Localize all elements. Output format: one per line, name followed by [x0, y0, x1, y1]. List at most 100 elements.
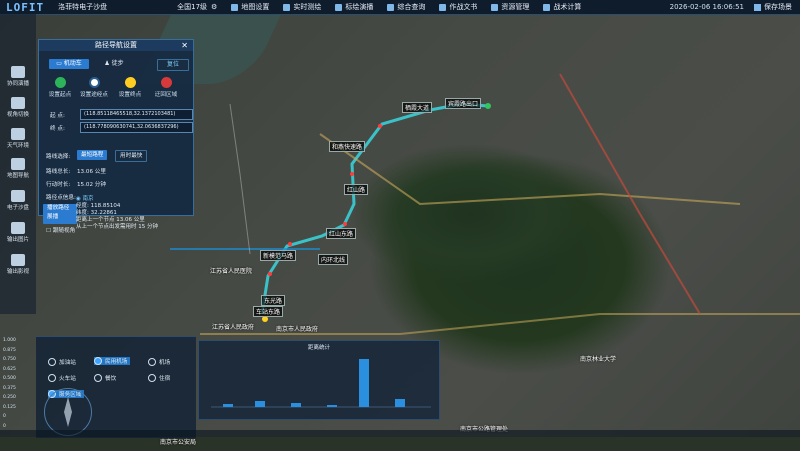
start-point-row: 起 点: (118.85118465518,32.1372103481) — [42, 109, 193, 120]
poi-gas-station[interactable]: 加油站 — [48, 358, 76, 366]
camera-icon — [11, 97, 25, 109]
set-end-button[interactable]: 设置终点 — [113, 77, 147, 98]
end-point-field[interactable]: (118.778090630741,32.0636837296) — [80, 122, 193, 133]
mode-drive-button[interactable]: ▭ 机动车 — [49, 59, 89, 69]
radio-icon — [94, 374, 102, 382]
sidebar-item-weather[interactable]: 天气环境 — [2, 128, 34, 149]
distance-label: 路线总长: — [46, 169, 71, 175]
menu-resources[interactable]: 资源管理 — [491, 2, 529, 12]
checkbox-icon: ☐ — [46, 228, 53, 234]
sandbox-icon — [11, 190, 25, 202]
calculator-icon — [543, 3, 551, 11]
radio-icon — [94, 357, 102, 365]
status-strip — [0, 430, 800, 437]
scale-ticks: 1.000 0.875 0.750 0.625 0.500 0.375 0.250 0.125… — [3, 338, 16, 429]
menu-query[interactable]: 综合查询 — [387, 2, 425, 12]
save-icon — [754, 3, 761, 11]
resource-icon — [491, 3, 499, 11]
walk-icon: ♟ — [104, 60, 112, 67]
waypoint-icon — [88, 77, 100, 88]
image-icon — [11, 222, 25, 234]
weather-icon — [11, 128, 25, 140]
map-label: 南京市人民政府 — [276, 326, 319, 333]
route-shortest-button[interactable]: 最短路程 — [77, 150, 108, 160]
route-nav-panel: 路径导航设置 ✕ ▭ 机动车 ♟ 徒步 复位 设置起点 设置途经点 设置终点 迂回… — [38, 39, 194, 234]
top-menu-bar: LOFIT 洛菲特电子沙盘 全国17级 ⚙ 地图设置 实时测绘 标绘演播 综合查询… — [0, 0, 800, 15]
query-icon — [387, 3, 395, 11]
sidebar-item-view[interactable]: 视角切换 — [2, 97, 34, 118]
save-scene-button[interactable]: 保存场景 — [754, 2, 792, 12]
start-pin-icon — [54, 77, 66, 88]
compass-icon[interactable] — [44, 388, 92, 436]
map-label: 宾霞路出口 — [445, 98, 482, 109]
poi-civil-airport[interactable]: 民用机场 — [94, 357, 131, 365]
survey-icon — [283, 3, 291, 11]
left-toolbar: 协同演播 视角切换 天气环境 地图导航 电子沙盘 输出图片 输出影视 — [0, 14, 36, 314]
navigation-icon — [11, 158, 25, 170]
chart-bars — [211, 359, 431, 408]
distance-stats-chart: 距离统计 — [198, 340, 440, 420]
poi-airport[interactable]: 机场 — [148, 358, 170, 366]
sidebar-item-export-video[interactable]: 输出影视 — [2, 254, 34, 275]
map-label: 南京林业大学 — [580, 356, 617, 363]
map-label: 红山路 — [344, 184, 369, 195]
radio-icon — [148, 374, 156, 382]
map-label: 新模范马路 — [260, 250, 297, 261]
set-waypoint-button[interactable]: 设置途经点 — [77, 77, 111, 98]
poi-train-station[interactable]: 火车站 — [48, 374, 76, 382]
path-node-info: ◉ 南京 经度: 118.85104 纬度: 32.22861 距离上一个节点 … — [76, 196, 158, 230]
mode-walk-button[interactable]: ♟ 徒步 — [97, 59, 131, 69]
poi-dining[interactable]: 餐饮 — [94, 374, 116, 382]
menu-tactics[interactable]: 战术计算 — [543, 2, 581, 12]
distance-value: 13.06 公里 — [77, 169, 106, 175]
app-title: 洛菲特电子沙盘 — [58, 3, 108, 11]
menu-plot[interactable]: 标绘演播 — [335, 2, 373, 12]
map-label: 东光路 — [261, 295, 286, 306]
map-settings-icon — [231, 3, 239, 11]
radio-icon — [48, 358, 56, 366]
end-pin-icon — [124, 77, 136, 88]
film-icon — [11, 254, 25, 266]
route-fastest-button[interactable]: 用时最快 — [115, 150, 148, 162]
map-label: 和燕快速路 — [329, 141, 366, 152]
time-label: 行动时长: — [46, 182, 71, 188]
panel-header: 路径导航设置 ✕ — [39, 40, 193, 51]
follow-view-checkbox[interactable]: ☐ 跟随视角 — [46, 226, 75, 234]
play-path-button[interactable]: 播放路径展播 — [43, 204, 77, 224]
path-info-label: 路径点信息: — [46, 195, 76, 201]
route-select-label: 路线选择: — [46, 154, 71, 160]
map-label: 南京市公安局 — [160, 439, 197, 446]
sidebar-item-sandbox[interactable]: 电子沙盘 — [2, 190, 34, 211]
set-start-button[interactable]: 设置起点 — [43, 77, 77, 98]
radio-icon — [48, 374, 56, 382]
menu-scale-level[interactable]: 全国17级 ⚙ — [177, 2, 217, 12]
map-label: 江苏省人民医院 — [210, 268, 253, 275]
end-point-row: 终 点: (118.778090630741,32.0636837296) — [42, 122, 193, 133]
map-label: 内环北线 — [318, 254, 349, 265]
gear-icon: ⚙ — [211, 3, 218, 11]
time-value: 15.02 分钟 — [77, 182, 106, 188]
datetime: 2026-02-06 16:06:51 — [669, 3, 744, 11]
detour-area-button[interactable]: 迂回区域 — [149, 77, 183, 98]
start-point-field[interactable]: (118.85118465518,32.1372103481) — [80, 109, 193, 120]
map-label: 车站东路 — [253, 306, 284, 317]
poi-lodging[interactable]: 住宿 — [148, 374, 170, 382]
document-icon — [439, 3, 447, 11]
app-logo: LOFIT — [6, 0, 45, 14]
detour-icon — [160, 77, 172, 88]
sidebar-item-export-image[interactable]: 输出图片 — [2, 222, 34, 243]
menu-map-settings[interactable]: 地图设置 — [231, 2, 269, 12]
video-icon — [11, 66, 25, 78]
radio-icon — [148, 358, 156, 366]
car-icon: ▭ — [56, 60, 64, 67]
reset-button[interactable]: 复位 — [157, 59, 189, 71]
sidebar-item-collab[interactable]: 协同演播 — [2, 66, 34, 87]
menu-documents[interactable]: 作战文书 — [439, 2, 477, 12]
menu-realtime-survey[interactable]: 实时测绘 — [283, 2, 321, 12]
map-label: 江苏省人民政府 — [212, 324, 255, 331]
map-label: 栖霞大道 — [402, 102, 433, 113]
map-label: 红山东路 — [326, 228, 357, 239]
sidebar-item-navigation[interactable]: 地图导航 — [2, 158, 34, 179]
close-icon[interactable]: ✕ — [181, 40, 188, 51]
plot-icon — [335, 3, 343, 11]
